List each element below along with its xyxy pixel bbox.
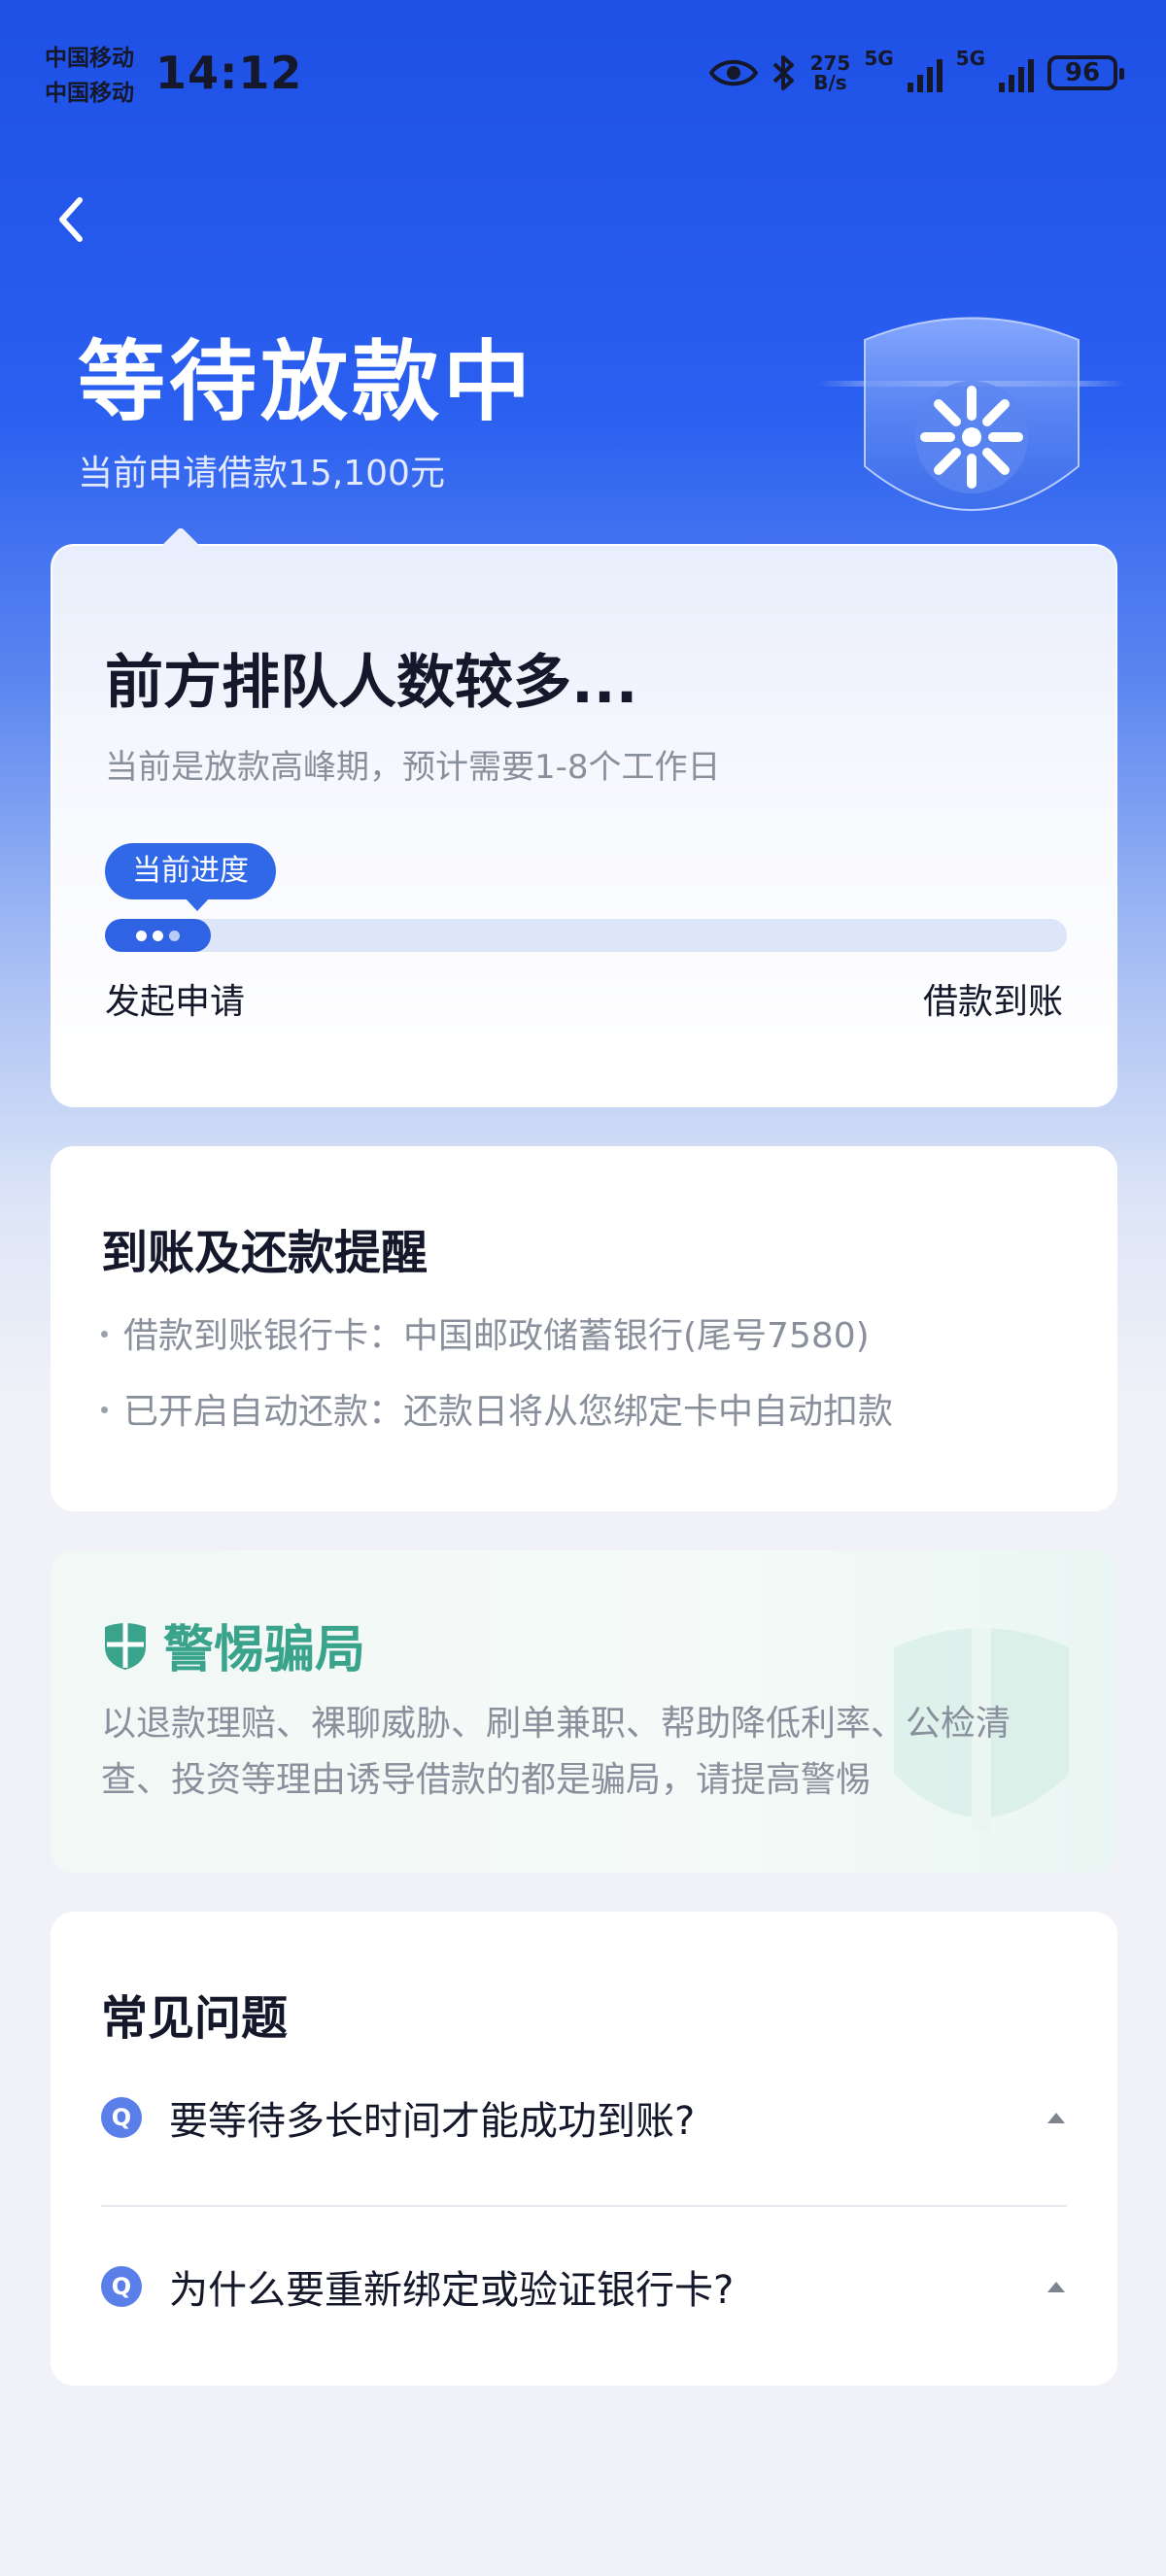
network-type-1: 5G	[864, 47, 894, 70]
reminder-heading: 到账及还款提醒	[101, 1226, 429, 1280]
collapse-arrow-icon[interactable]	[1047, 2281, 1065, 2292]
progress-track	[105, 919, 1067, 952]
eye-icon	[708, 59, 758, 86]
signal-icon	[907, 53, 943, 92]
faq-heading: 常见问题	[101, 1991, 289, 2046]
faq-question: 要等待多长时间才能成功到账?	[169, 2099, 696, 2144]
carrier-2: 中国移动	[45, 81, 134, 106]
q-icon: Q	[101, 2266, 142, 2307]
back-arrow-icon[interactable]	[51, 190, 93, 249]
faq-item[interactable]: Q 为什么要重新绑定或验证银行卡?	[101, 2238, 1067, 2335]
progress-start-label: 发起申请	[105, 982, 246, 1022]
progress-card: 前方排队人数较多... 当前是放款高峰期，预计需要1-8个工作日 当前进度 发起…	[51, 526, 1117, 1107]
status-icons: 275 B/s 5G 5G 96	[708, 47, 1124, 95]
network-type-2: 5G	[955, 47, 985, 70]
status-bar: 中国移动 中国移动 14:12 275 B/s 5G 5G 96	[0, 0, 1166, 146]
faq-item[interactable]: Q 要等待多长时间才能成功到账?	[101, 2069, 1067, 2166]
reminder-item: 已开启自动还款：还款日将从您绑定卡中自动扣款	[101, 1383, 893, 1434]
reminder-card: 到账及还款提醒 借款到账银行卡：中国邮政储蓄银行(尾号7580) 已开启自动还款…	[51, 1146, 1117, 1511]
faq-card: 常见问题 Q 要等待多长时间才能成功到账? Q 为什么要重新绑定或验证银行卡?	[51, 1912, 1117, 2386]
current-progress-badge: 当前进度	[105, 843, 276, 911]
loan-amount-subtitle: 当前申请借款15,100元	[78, 454, 445, 493]
net-speed: 275 B/s	[810, 53, 851, 92]
progress-fill	[105, 919, 211, 952]
shield-logo-icon	[864, 317, 1080, 511]
page-title: 等待放款中	[78, 331, 534, 433]
signal-icon-2	[999, 53, 1034, 92]
q-icon: Q	[101, 2097, 142, 2138]
queue-heading: 前方排队人数较多...	[105, 649, 638, 717]
clock: 14:12	[155, 47, 303, 99]
warning-heading: 警惕骗局	[163, 1621, 366, 1679]
net-speed-unit: B/s	[813, 71, 847, 94]
faq-question: 为什么要重新绑定或验证银行卡?	[169, 2268, 735, 2313]
reminder-item: 借款到账银行卡：中国邮政储蓄银行(尾号7580)	[101, 1307, 870, 1358]
net-speed-value: 275	[809, 51, 851, 75]
battery-icon: 96	[1047, 55, 1124, 90]
carrier-labels: 中国移动 中国移动	[45, 41, 134, 111]
warning-heading-row: 警惕骗局	[101, 1609, 365, 1681]
reminder-item-text: 已开启自动还款：还款日将从您绑定卡中自动扣款	[123, 1392, 894, 1432]
carrier-1: 中国移动	[45, 46, 134, 71]
fraud-warning-card: 警惕骗局 以退款理赔、裸聊威胁、刷单兼职、帮助降低利率、公检清查、投资等理由诱导…	[51, 1550, 1117, 1873]
bluetooth-icon	[772, 55, 794, 90]
warning-text: 以退款理赔、裸聊威胁、刷单兼职、帮助降低利率、公检清查、投资等理由诱导借款的都是…	[101, 1704, 1012, 1800]
progress-end-label: 借款到账	[922, 982, 1063, 1022]
reminder-item-text: 借款到账银行卡：中国邮政储蓄银行(尾号7580)	[123, 1316, 870, 1356]
shield-check-icon	[105, 1622, 146, 1670]
faq-divider	[101, 2205, 1067, 2207]
collapse-arrow-icon[interactable]	[1047, 2112, 1065, 2123]
queue-description: 当前是放款高峰期，预计需要1-8个工作日	[105, 748, 721, 787]
